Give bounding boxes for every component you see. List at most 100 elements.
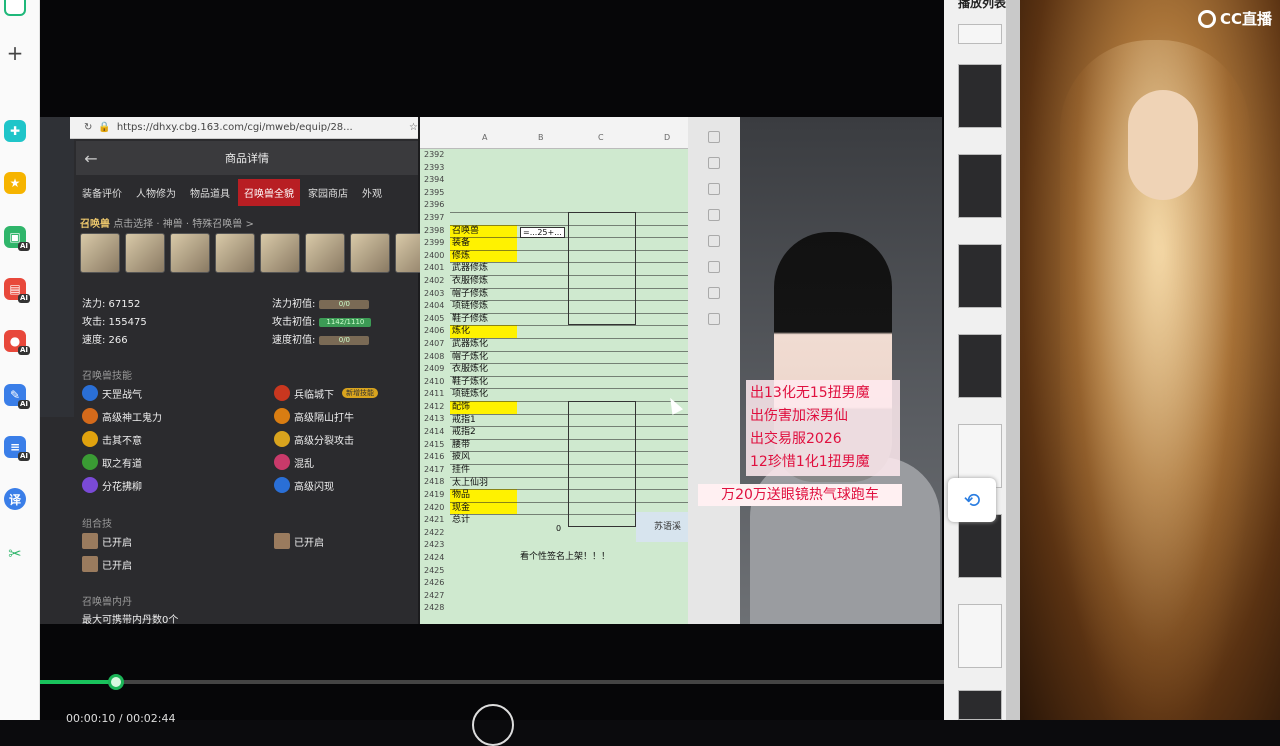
row-label[interactable]: 武器炼化 xyxy=(450,338,517,351)
playlist-thumb[interactable] xyxy=(958,154,1002,218)
skill-right-0[interactable]: 兵临城下 新增技能 xyxy=(274,385,378,401)
playlist-thumb[interactable] xyxy=(958,690,1002,720)
spreadsheet[interactable]: 2392 2393 2394 2395 2396 2397 2398 2399 2400 2401… xyxy=(420,117,688,624)
tab-5[interactable]: 外观 xyxy=(356,179,388,206)
row-number: 2416 xyxy=(424,452,445,462)
tool-icon[interactable] xyxy=(708,209,720,221)
tab-1[interactable]: 人物修为 xyxy=(130,179,182,206)
tool-icon[interactable] xyxy=(708,131,720,143)
total-value-cell[interactable]: 0 xyxy=(556,524,561,533)
playlist-thumb[interactable] xyxy=(958,24,1002,44)
combo-item-0[interactable]: 已开启 xyxy=(82,533,132,549)
row-label[interactable]: 项链修炼 xyxy=(450,300,517,313)
skill-left-1[interactable]: 高级神工鬼力 xyxy=(82,408,162,424)
row-label[interactable]: 帽子修炼 xyxy=(450,288,517,301)
tool-icon[interactable] xyxy=(708,157,720,169)
row-label[interactable]: 帽子炼化 xyxy=(450,351,517,364)
row-label[interactable]: 挂件 xyxy=(450,464,517,477)
playlist-thumb[interactable] xyxy=(958,244,1002,308)
star-icon[interactable]: ★ xyxy=(4,172,26,194)
video-frame[interactable]: ↻ 🔒 https://dhxy.cbg.163.com/cgi/mweb/eq… xyxy=(40,117,942,624)
tab-2[interactable]: 物品道具 xyxy=(184,179,236,206)
url-text[interactable]: https://dhxy.cbg.163.com/cgi/mweb/equip/… xyxy=(117,122,403,133)
address-bar[interactable]: ↻ 🔒 https://dhxy.cbg.163.com/cgi/mweb/eq… xyxy=(70,117,418,139)
row-label[interactable]: 现金 xyxy=(450,501,517,515)
row-number: 2424 xyxy=(424,553,445,562)
tab-4[interactable]: 家园商店 xyxy=(302,179,354,206)
mana-stat: 法力: 67152 xyxy=(82,299,141,310)
float-button[interactable]: ⟲ xyxy=(948,478,996,522)
progress-bar[interactable] xyxy=(40,674,944,690)
skill-left-2[interactable]: 击其不意 xyxy=(82,431,142,447)
row-label[interactable]: 武器修炼 xyxy=(450,262,517,275)
skill-right-4[interactable]: 高级闪现 xyxy=(274,477,334,493)
bookmark-star-icon[interactable]: ☆ xyxy=(409,122,418,133)
row-label[interactable]: 配饰 xyxy=(450,401,517,414)
side-text-field[interactable]: 苏语溪 xyxy=(636,512,688,542)
image-ai-icon[interactable]: ▣ AI xyxy=(4,226,30,251)
tool-icon[interactable] xyxy=(708,287,720,299)
skill-right-1[interactable]: 高级隔山打牛 xyxy=(274,408,354,424)
row-label[interactable]: 披风 xyxy=(450,451,517,464)
row-label[interactable]: 装备 xyxy=(450,237,517,250)
skill-icon xyxy=(82,454,98,470)
tool-icon[interactable] xyxy=(708,261,720,273)
skill-icon xyxy=(274,431,290,447)
note-cell[interactable]: 看个性签名上架！！！ xyxy=(520,549,610,562)
play-pause-button[interactable] xyxy=(472,704,514,746)
edit-ai-icon[interactable]: ✎ AI xyxy=(4,384,30,409)
list-ai-icon[interactable]: ≡ AI xyxy=(4,436,30,461)
tool-icon[interactable] xyxy=(708,235,720,247)
translate-icon[interactable]: 译 xyxy=(4,488,26,510)
skill-left-3[interactable]: 取之有道 xyxy=(82,454,142,470)
row-label[interactable]: 腰带 xyxy=(450,439,517,452)
row-label[interactable]: 衣服炼化 xyxy=(450,363,517,376)
home-icon[interactable] xyxy=(4,0,26,16)
playlist-thumb[interactable] xyxy=(958,334,1002,398)
skill-left-0[interactable]: 天罡战气 xyxy=(82,385,142,401)
row-label[interactable]: 物品 xyxy=(450,489,517,502)
pet-avatar[interactable] xyxy=(215,233,255,273)
skill-right-3[interactable]: 混乱 xyxy=(274,454,314,470)
combo-item-1[interactable]: 已开启 xyxy=(274,533,324,549)
row-label[interactable]: 鞋子修炼 xyxy=(450,313,517,326)
refresh-icon[interactable]: ↻ xyxy=(84,122,92,133)
row-label[interactable]: 召唤兽 xyxy=(450,224,517,238)
scissors-icon[interactable]: ✂ xyxy=(4,542,26,564)
row-label[interactable]: 戒指1 xyxy=(450,414,517,427)
row-label[interactable]: 太上仙羽 xyxy=(450,477,517,490)
playlist-thumb[interactable] xyxy=(958,604,1002,668)
row-label[interactable]: 鞋子炼化 xyxy=(450,376,517,389)
plus-icon[interactable]: + xyxy=(4,41,26,65)
pet-avatar[interactable] xyxy=(260,233,300,273)
row-label[interactable]: 戒指2 xyxy=(450,426,517,439)
pdf-ai-icon[interactable]: ▤ AI xyxy=(4,278,30,303)
tool-icon[interactable] xyxy=(708,183,720,195)
row-label[interactable]: 炼化 xyxy=(450,325,517,338)
row-label[interactable]: 项链炼化 xyxy=(450,388,517,401)
tool-icon[interactable] xyxy=(708,313,720,325)
back-arrow-icon[interactable]: ← xyxy=(76,149,106,168)
combo-item-2[interactable]: 已开启 xyxy=(82,556,132,572)
row-number: 2427 xyxy=(424,590,445,600)
skill-name: 分花拂柳 xyxy=(102,481,142,493)
pet-avatar[interactable] xyxy=(80,233,120,273)
skill-right-2[interactable]: 高级分裂攻击 xyxy=(274,431,354,447)
clover-icon[interactable]: ✚ xyxy=(4,120,26,142)
playlist-thumb[interactable] xyxy=(958,514,1002,578)
row-label[interactable]: 修炼 xyxy=(450,249,517,263)
game-browser-window: ↻ 🔒 https://dhxy.cbg.163.com/cgi/mweb/eq… xyxy=(40,117,435,624)
row-label[interactable]: 衣服修炼 xyxy=(450,275,517,288)
pet-avatar[interactable] xyxy=(125,233,165,273)
promo-poster-image: CC直播 xyxy=(1020,0,1280,720)
pet-avatar[interactable] xyxy=(305,233,345,273)
tab-3[interactable]: 召唤兽全貌 xyxy=(238,178,300,206)
skill-left-4[interactable]: 分花拂柳 xyxy=(82,477,142,493)
playlist-thumb[interactable] xyxy=(958,64,1002,128)
row-label[interactable]: 总计 xyxy=(450,514,517,527)
doc-ai-icon[interactable]: ● AI xyxy=(4,330,30,355)
pet-avatar[interactable] xyxy=(350,233,390,273)
pet-avatar[interactable] xyxy=(170,233,210,273)
playlist-scrollbar[interactable] xyxy=(1006,0,1020,720)
tab-0[interactable]: 装备评价 xyxy=(76,179,128,206)
